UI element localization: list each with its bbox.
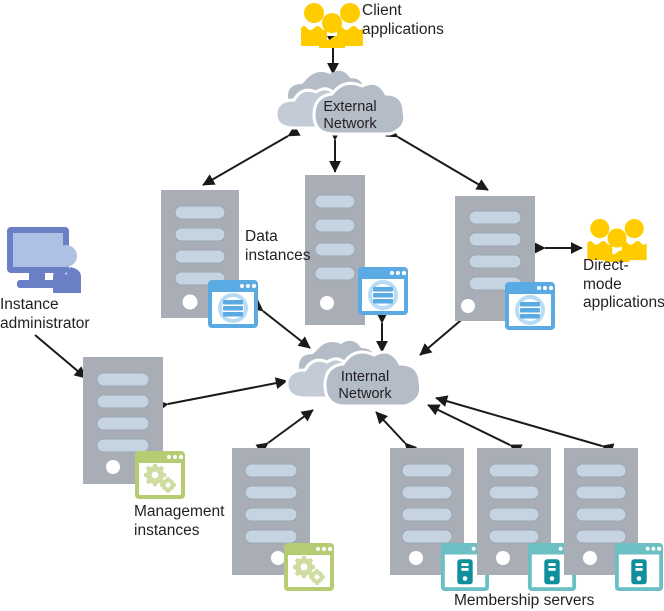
- arrow-management1-to-internal: [155, 377, 288, 413]
- arrow-admin-to-management1: [34, 334, 87, 379]
- external-network-label: External Network: [323, 99, 377, 132]
- data-instance-2[interactable]: [305, 175, 365, 325]
- instance-administrator-label: Instance administrator: [0, 296, 90, 332]
- direct-mode-applications-label: Direct-mode applications: [583, 257, 664, 311]
- data-instance-3-badge[interactable]: [504, 281, 556, 331]
- data-instances-label: Data instances: [245, 228, 311, 264]
- client-applications-label: Client applications: [362, 2, 444, 38]
- instance-administrator-icon: [5, 225, 91, 295]
- diagram-canvas: Client applications External Network Dat…: [0, 0, 664, 611]
- membership-server-3-badge[interactable]: [614, 542, 664, 592]
- data-instance-2-badge[interactable]: [357, 266, 409, 316]
- management-instance-2-badge[interactable]: [283, 542, 335, 592]
- client-applications-icon: [300, 2, 364, 48]
- management-instance-1-badge[interactable]: [134, 450, 186, 500]
- membership-servers-label: Membership servers: [454, 592, 595, 609]
- management-instances-label: Management instances: [134, 503, 225, 539]
- data-instance-1-badge[interactable]: [207, 279, 259, 329]
- direct-mode-applications-icon: [586, 218, 648, 262]
- internal-network-label: Internal Network: [338, 369, 392, 402]
- arrow-membership2-to-internal: [427, 404, 523, 456]
